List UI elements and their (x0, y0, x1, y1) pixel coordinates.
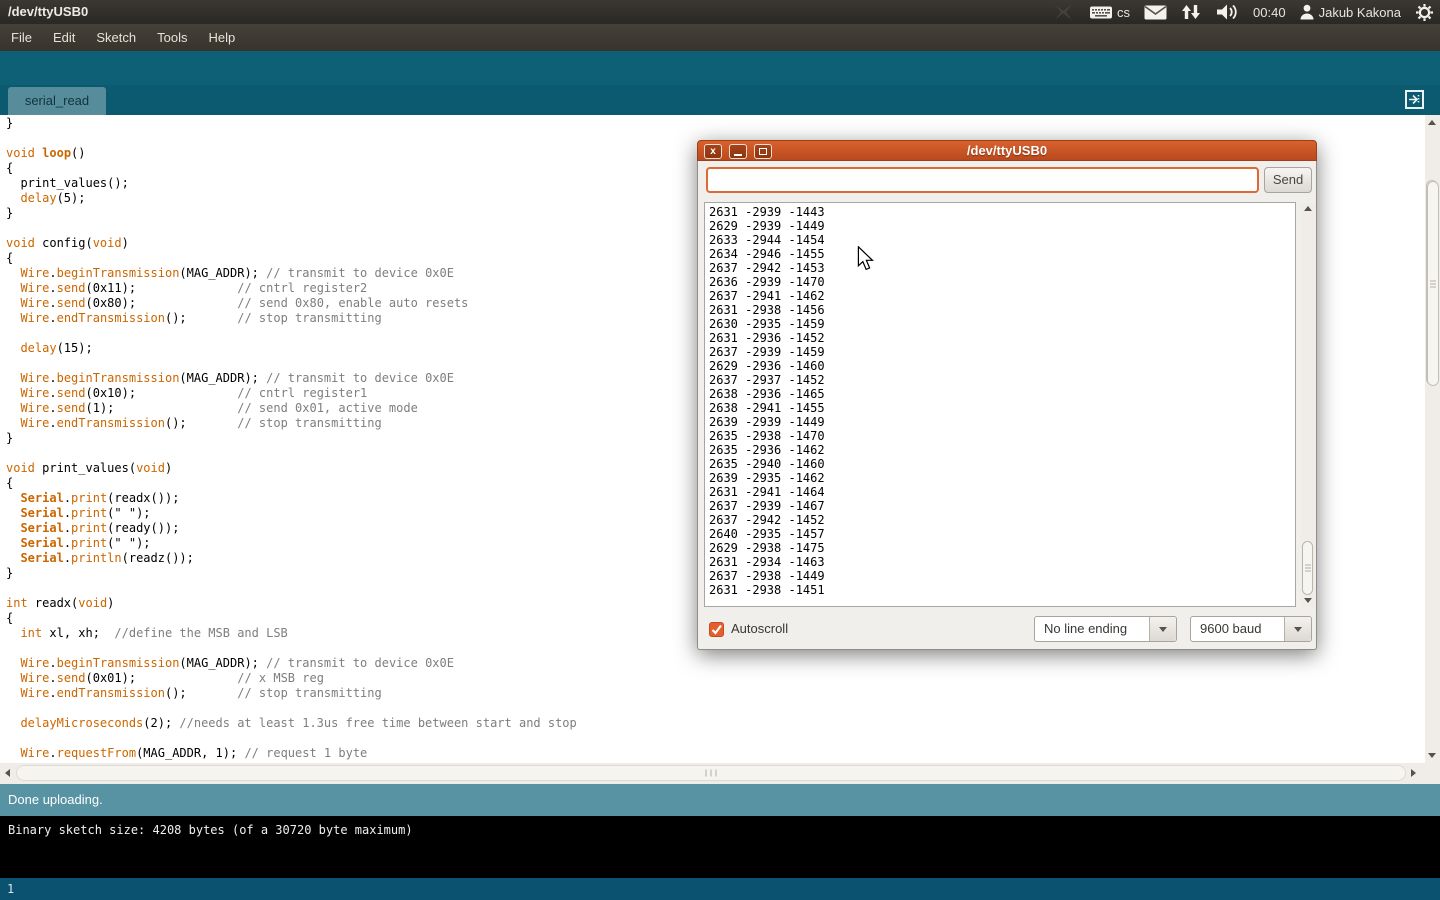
menu-file[interactable]: File (10, 30, 33, 45)
build-console: Binary sketch size: 4208 bytes (of a 307… (0, 816, 1440, 878)
panel-window-title: /dev/ttyUSB0 (8, 0, 88, 24)
serial-output-scrollbar-thumb[interactable] (1302, 541, 1313, 595)
menu-edit[interactable]: Edit (52, 30, 76, 45)
serial-output-area[interactable]: 2631 -2939 -1443 2629 -2939 -1449 2633 -… (704, 202, 1296, 607)
baud-rate-dropdown-arrow[interactable] (1284, 617, 1311, 641)
keyboard-layout-code: cs (1117, 5, 1130, 20)
console-text: Binary sketch size: 4208 bytes (of a 307… (8, 823, 413, 837)
serial-monitor-titlebar[interactable]: x /dev/ttyUSB0 (697, 140, 1317, 161)
menu-help[interactable]: Help (207, 30, 236, 45)
editor-horizontal-scrollbar[interactable] (0, 763, 1440, 784)
system-tray: cs 00:40 Jakub Kakona (1053, 0, 1434, 24)
username: Jakub Kakona (1319, 5, 1401, 20)
baud-rate-value: 9600 baud (1200, 617, 1261, 641)
line-number-strip: 1 (0, 878, 1440, 900)
session-gear-icon[interactable] (1415, 3, 1434, 22)
line-ending-dropdown-arrow[interactable] (1149, 617, 1176, 641)
serial-monitor-window: x /dev/ttyUSB0 Send 2631 -2939 -1443 262… (697, 140, 1317, 650)
autoscroll-checkbox[interactable] (709, 622, 724, 637)
user-menu[interactable]: Jakub Kakona (1300, 4, 1401, 20)
keyboard-layout-indicator[interactable]: cs (1089, 4, 1130, 20)
status-bar: Done uploading. (0, 784, 1440, 816)
autoscroll-label: Autoscroll (731, 621, 788, 636)
emblem-x-icon[interactable] (1053, 3, 1075, 21)
serial-send-input[interactable] (706, 167, 1259, 193)
serial-monitor-title: /dev/ttyUSB0 (698, 141, 1316, 161)
top-panel: /dev/ttyUSB0 cs 00:40 Jakub Kakona (0, 0, 1440, 24)
toolbar (0, 51, 1440, 85)
volume-icon[interactable] (1215, 3, 1239, 21)
editor-vertical-scrollbar-thumb[interactable] (1426, 180, 1438, 385)
current-line-number: 1 (7, 882, 14, 896)
line-ending-dropdown[interactable]: No line ending (1034, 616, 1177, 642)
menu-sketch[interactable]: Sketch (95, 30, 137, 45)
menu-bar: File Edit Sketch Tools Help (0, 24, 1440, 51)
mail-icon[interactable] (1144, 5, 1167, 20)
tab-serial-read[interactable]: serial_read (8, 87, 106, 115)
code-text: } void loop() { print_values(); delay(5)… (6, 116, 577, 761)
new-tab-arrow-icon[interactable] (1405, 90, 1424, 109)
send-button[interactable]: Send (1264, 167, 1312, 193)
tab-bar: serial_read (0, 85, 1440, 115)
serial-output-scrollbar[interactable] (1301, 203, 1315, 607)
serial-output-text: 2631 -2939 -1443 2629 -2939 -1449 2633 -… (705, 203, 1295, 597)
status-message: Done uploading. (8, 792, 103, 807)
line-ending-value: No line ending (1044, 617, 1127, 641)
editor-horizontal-scrollbar-thumb[interactable] (16, 765, 1406, 781)
updown-arrows-icon[interactable] (1181, 4, 1201, 20)
mouse-cursor (857, 246, 874, 276)
menu-tools[interactable]: Tools (156, 30, 188, 45)
clock[interactable]: 00:40 (1253, 5, 1286, 20)
baud-rate-dropdown[interactable]: 9600 baud (1190, 616, 1312, 642)
